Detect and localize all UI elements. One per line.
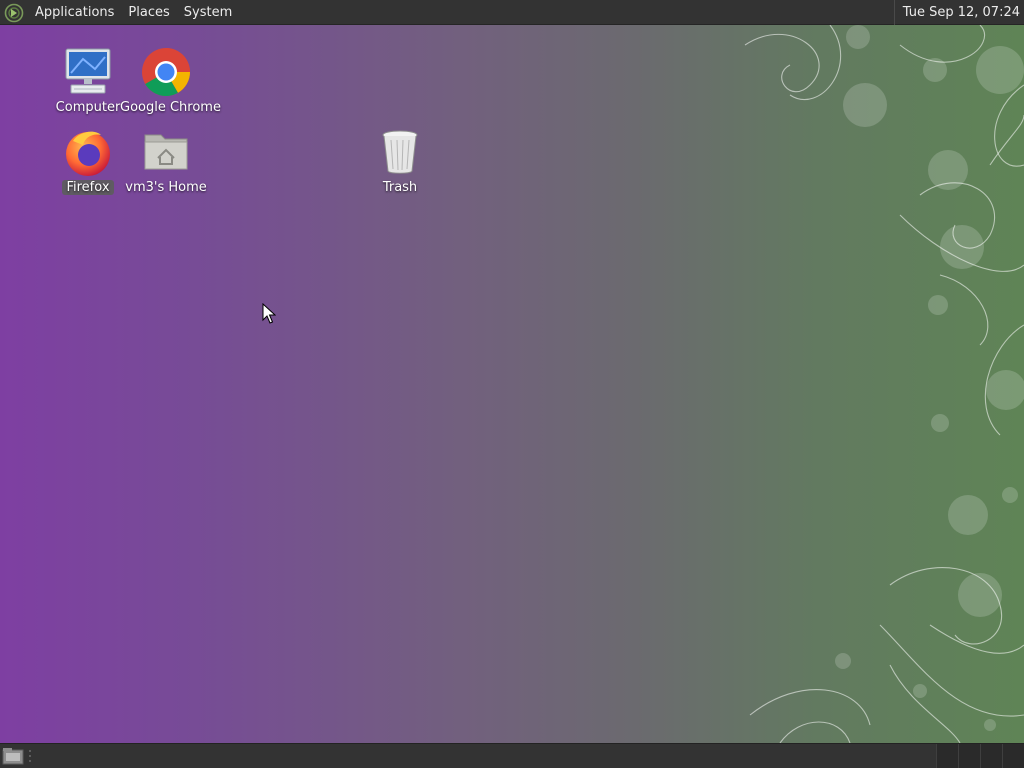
clock[interactable]: Tue Sep 12, 07:24 bbox=[893, 0, 1020, 25]
home-folder-icon bbox=[144, 134, 188, 170]
top-panel: Applications Places System Tue Sep 12, 0… bbox=[0, 0, 1024, 25]
workspace-4[interactable] bbox=[1002, 744, 1024, 768]
applications-menu[interactable]: Applications bbox=[28, 0, 121, 25]
workspace-3[interactable] bbox=[980, 744, 1002, 768]
workspace-switcher bbox=[936, 744, 1024, 768]
mate-logo-icon[interactable] bbox=[0, 0, 28, 25]
places-menu[interactable]: Places bbox=[121, 0, 176, 25]
show-desktop-icon[interactable] bbox=[2, 747, 24, 765]
desktop-icon-trash[interactable]: Trash bbox=[350, 125, 450, 195]
bottom-panel bbox=[0, 743, 1024, 768]
trash-icon bbox=[382, 130, 418, 174]
desktop-icon-label: Firefox bbox=[62, 180, 114, 195]
top-panel-menus: Applications Places System bbox=[0, 0, 239, 25]
workspace-2[interactable] bbox=[958, 744, 980, 768]
system-menu[interactable]: System bbox=[177, 0, 239, 25]
desktop-icon-label: Google Chrome bbox=[120, 100, 221, 115]
firefox-icon bbox=[66, 131, 110, 176]
desktop-icon-label: Computer bbox=[55, 100, 121, 115]
desktop-icon-label: Trash bbox=[382, 180, 418, 195]
desktop-icon-label: vm3's Home bbox=[125, 180, 207, 195]
mouse-pointer-icon bbox=[262, 303, 276, 324]
chrome-icon bbox=[142, 48, 190, 97]
computer-icon bbox=[65, 48, 111, 94]
workspace-1[interactable] bbox=[936, 744, 958, 768]
desktop[interactable]: Computer Google Chrome Firefox vm3's Hom… bbox=[0, 25, 1024, 743]
desktop-icon-google-chrome[interactable]: Google Chrome bbox=[116, 45, 221, 115]
desktop-icon-home[interactable]: vm3's Home bbox=[116, 125, 216, 195]
panel-drag-handle-icon[interactable] bbox=[28, 749, 32, 763]
